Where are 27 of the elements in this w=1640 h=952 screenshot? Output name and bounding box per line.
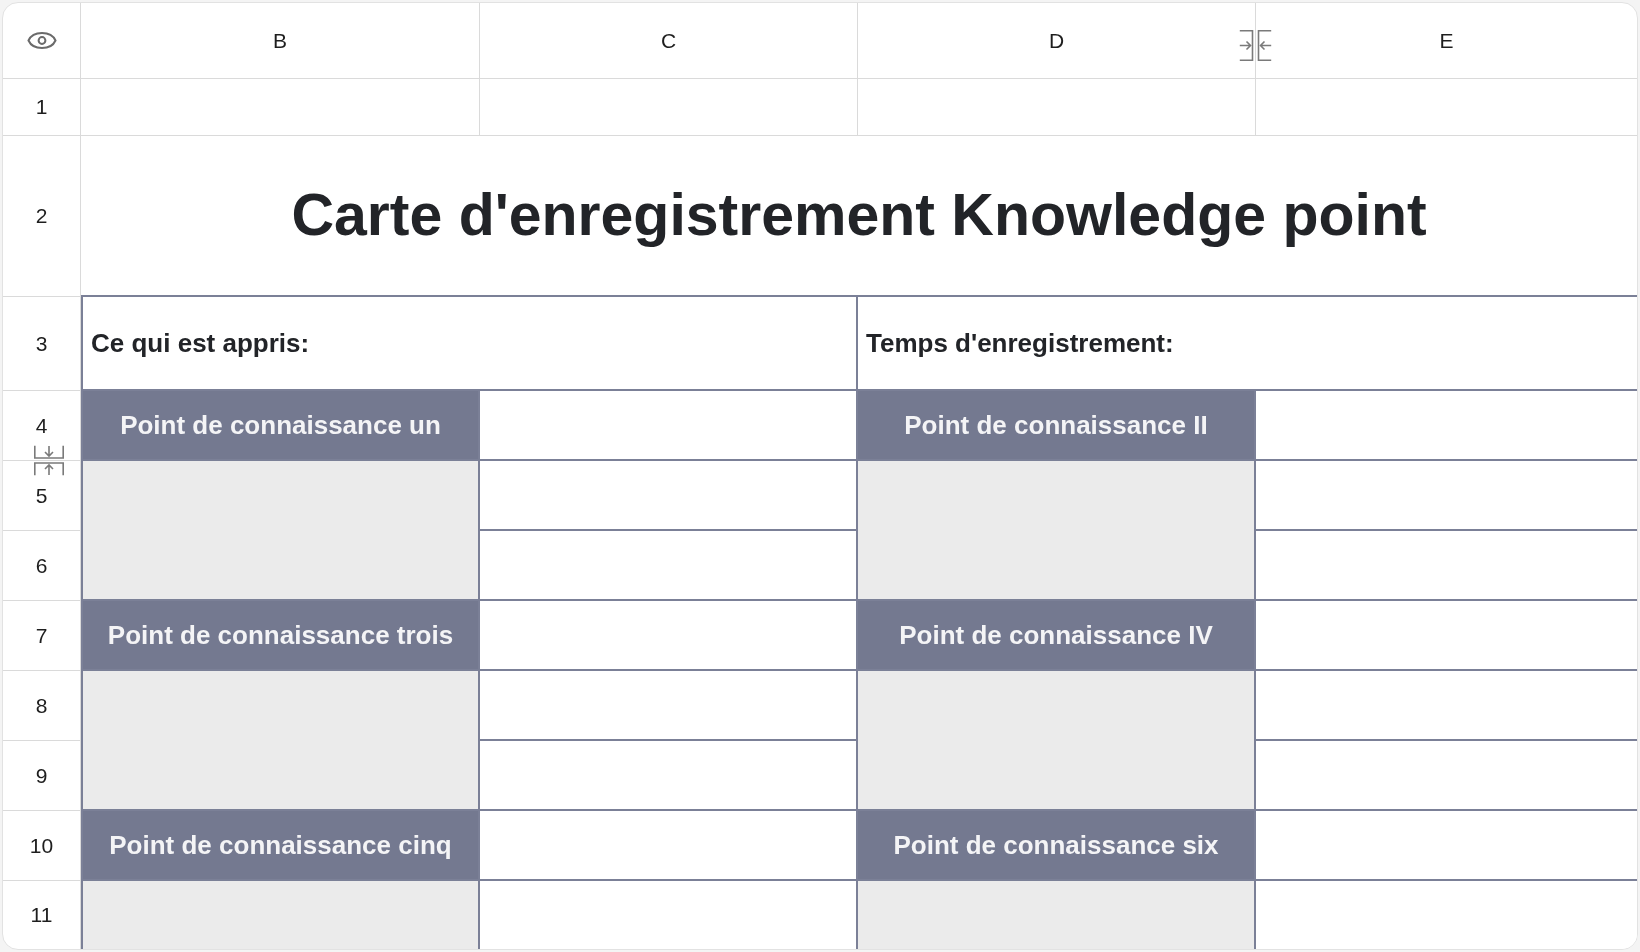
row-resize-icon[interactable]: [34, 445, 64, 476]
row-number[interactable]: 5: [35, 479, 48, 512]
header-cell: Point de connaissance cinq: [81, 811, 480, 881]
column-header[interactable]: E: [1439, 24, 1454, 57]
row-number[interactable]: 8: [35, 689, 48, 722]
header-cell: Point de connaissance IV: [858, 601, 1256, 671]
eye-icon[interactable]: [26, 31, 57, 50]
row-number[interactable]: 1: [35, 91, 48, 123]
row-number[interactable]: 4: [35, 409, 48, 442]
column-header[interactable]: D: [1048, 24, 1065, 57]
row-number[interactable]: 11: [30, 899, 53, 931]
row-number[interactable]: 10: [29, 829, 54, 862]
section-label: Ce qui est appris:: [91, 326, 310, 360]
row-number[interactable]: 3: [35, 327, 48, 360]
row-number[interactable]: 7: [35, 619, 48, 652]
sheet-title: Carte d'enregistrement Knowledge point: [291, 181, 1427, 251]
row-number[interactable]: 9: [35, 759, 48, 792]
header-cell: Point de connaissance trois: [81, 601, 480, 671]
section-label: Temps d'enregistrement:: [866, 326, 1174, 360]
column-header[interactable]: B: [273, 24, 287, 57]
header-cell: Point de connaissance un: [81, 391, 480, 461]
header-cell: Point de connaissance II: [858, 391, 1256, 461]
row-number[interactable]: 2: [35, 200, 48, 232]
column-header[interactable]: C: [660, 24, 677, 57]
row-number[interactable]: 6: [35, 549, 48, 582]
header-cell: Point de connaissance six: [858, 811, 1256, 881]
column-resize-icon[interactable]: [1239, 30, 1272, 61]
